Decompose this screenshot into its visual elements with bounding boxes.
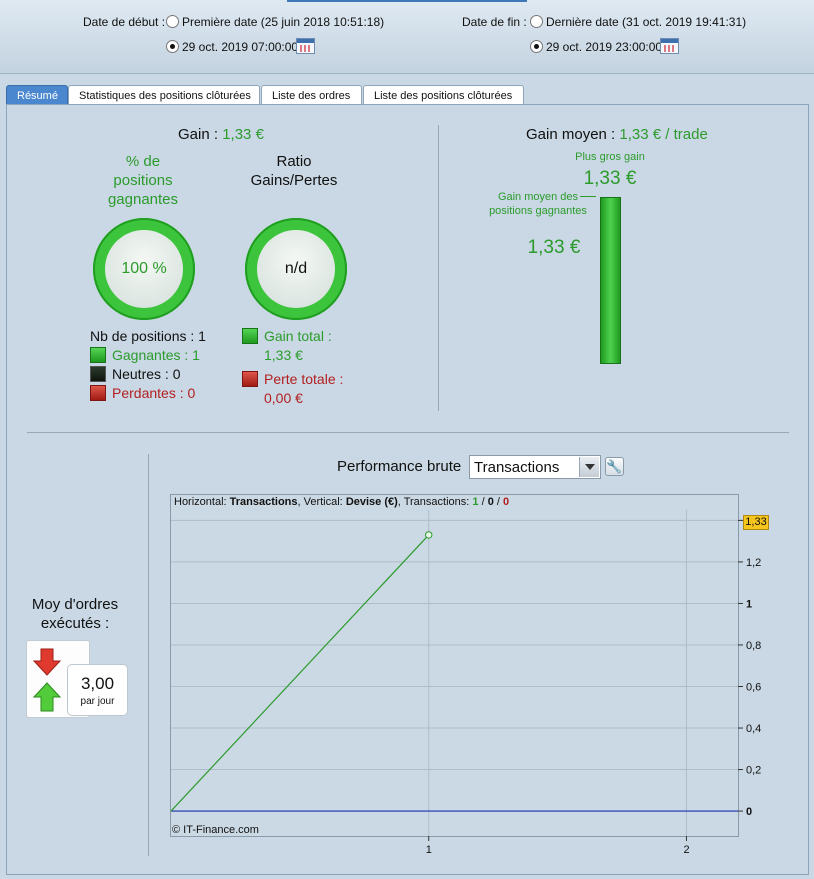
y-tick-label: 1	[746, 598, 752, 610]
y-tick-label: 0	[746, 806, 752, 818]
current-value-badge: 1,33	[743, 515, 769, 530]
y-tick-label: 0,6	[746, 681, 761, 693]
y-tick-label: 0,2	[746, 765, 761, 777]
y-tick-label: 1,2	[746, 557, 761, 569]
chart-plot: 1,41,210,80,60,40,2012	[170, 510, 761, 856]
data-point	[425, 531, 433, 539]
x-tick-label: 2	[683, 844, 689, 856]
y-tick-label: 0,8	[746, 640, 761, 652]
y-tick-label: 0,4	[746, 723, 761, 735]
x-tick-label: 1	[426, 844, 432, 856]
